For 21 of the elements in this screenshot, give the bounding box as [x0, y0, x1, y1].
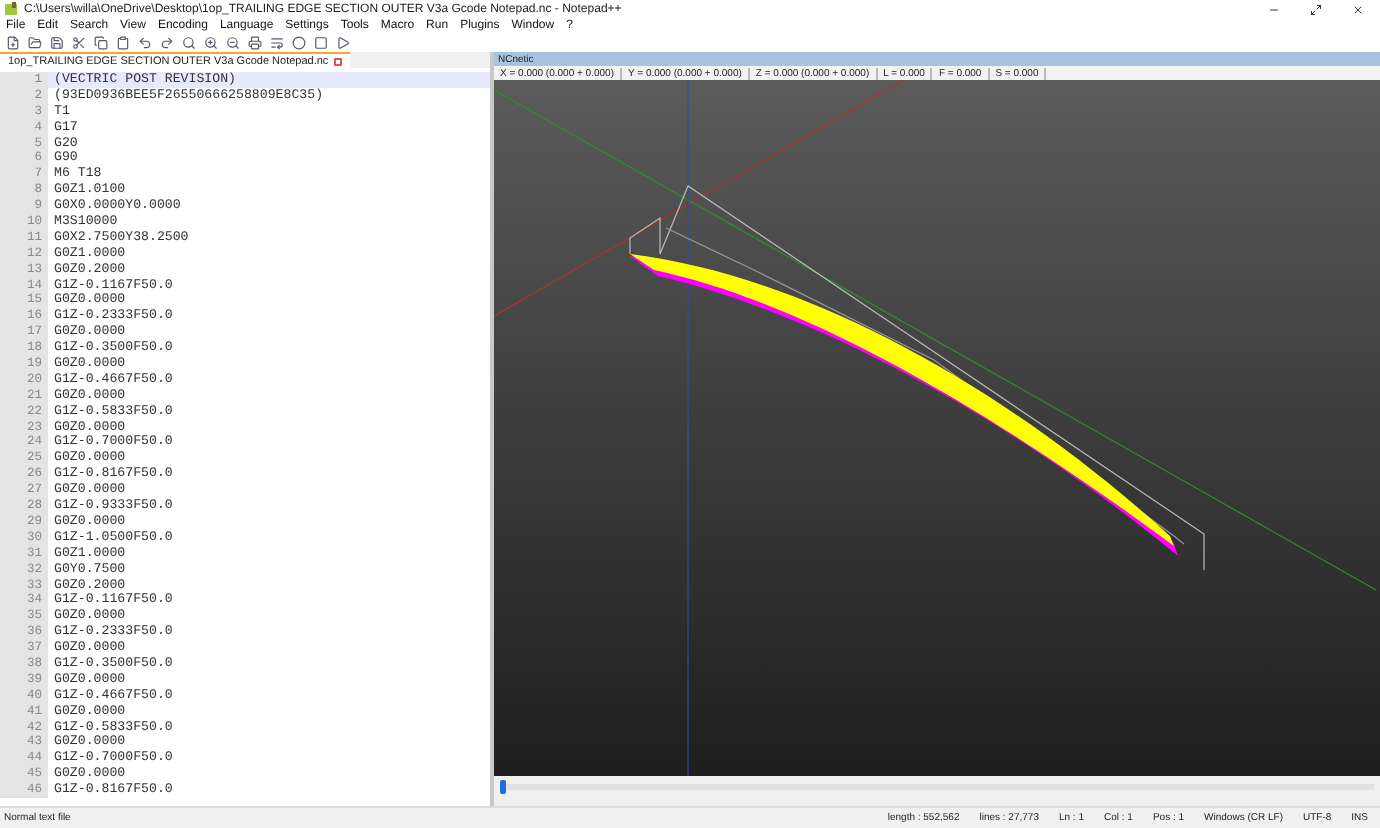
zoom-out-icon[interactable]: [224, 35, 240, 51]
minimize-icon: [1268, 3, 1280, 15]
stop-icon[interactable]: [312, 35, 328, 51]
redo-icon[interactable]: [158, 35, 174, 51]
app-logo-icon: [4, 2, 18, 16]
play-icon[interactable]: [334, 35, 350, 51]
close-icon[interactable]: [334, 57, 343, 65]
wrap-icon[interactable]: [268, 35, 284, 51]
save-icon[interactable]: [48, 35, 64, 51]
open-folder-icon[interactable]: [26, 35, 42, 51]
print-icon[interactable]: [246, 35, 262, 51]
search-icon[interactable]: [180, 35, 196, 51]
record-icon[interactable]: [290, 35, 306, 51]
close-icon: [1352, 3, 1364, 15]
paste-icon[interactable]: [114, 35, 130, 51]
cut-icon[interactable]: [70, 35, 86, 51]
zoom-in-icon[interactable]: [202, 35, 218, 51]
copy-icon[interactable]: [92, 35, 108, 51]
new-file-icon[interactable]: [4, 35, 20, 51]
timeline-thumb[interactable]: [500, 779, 506, 793]
undo-icon[interactable]: [136, 35, 152, 51]
